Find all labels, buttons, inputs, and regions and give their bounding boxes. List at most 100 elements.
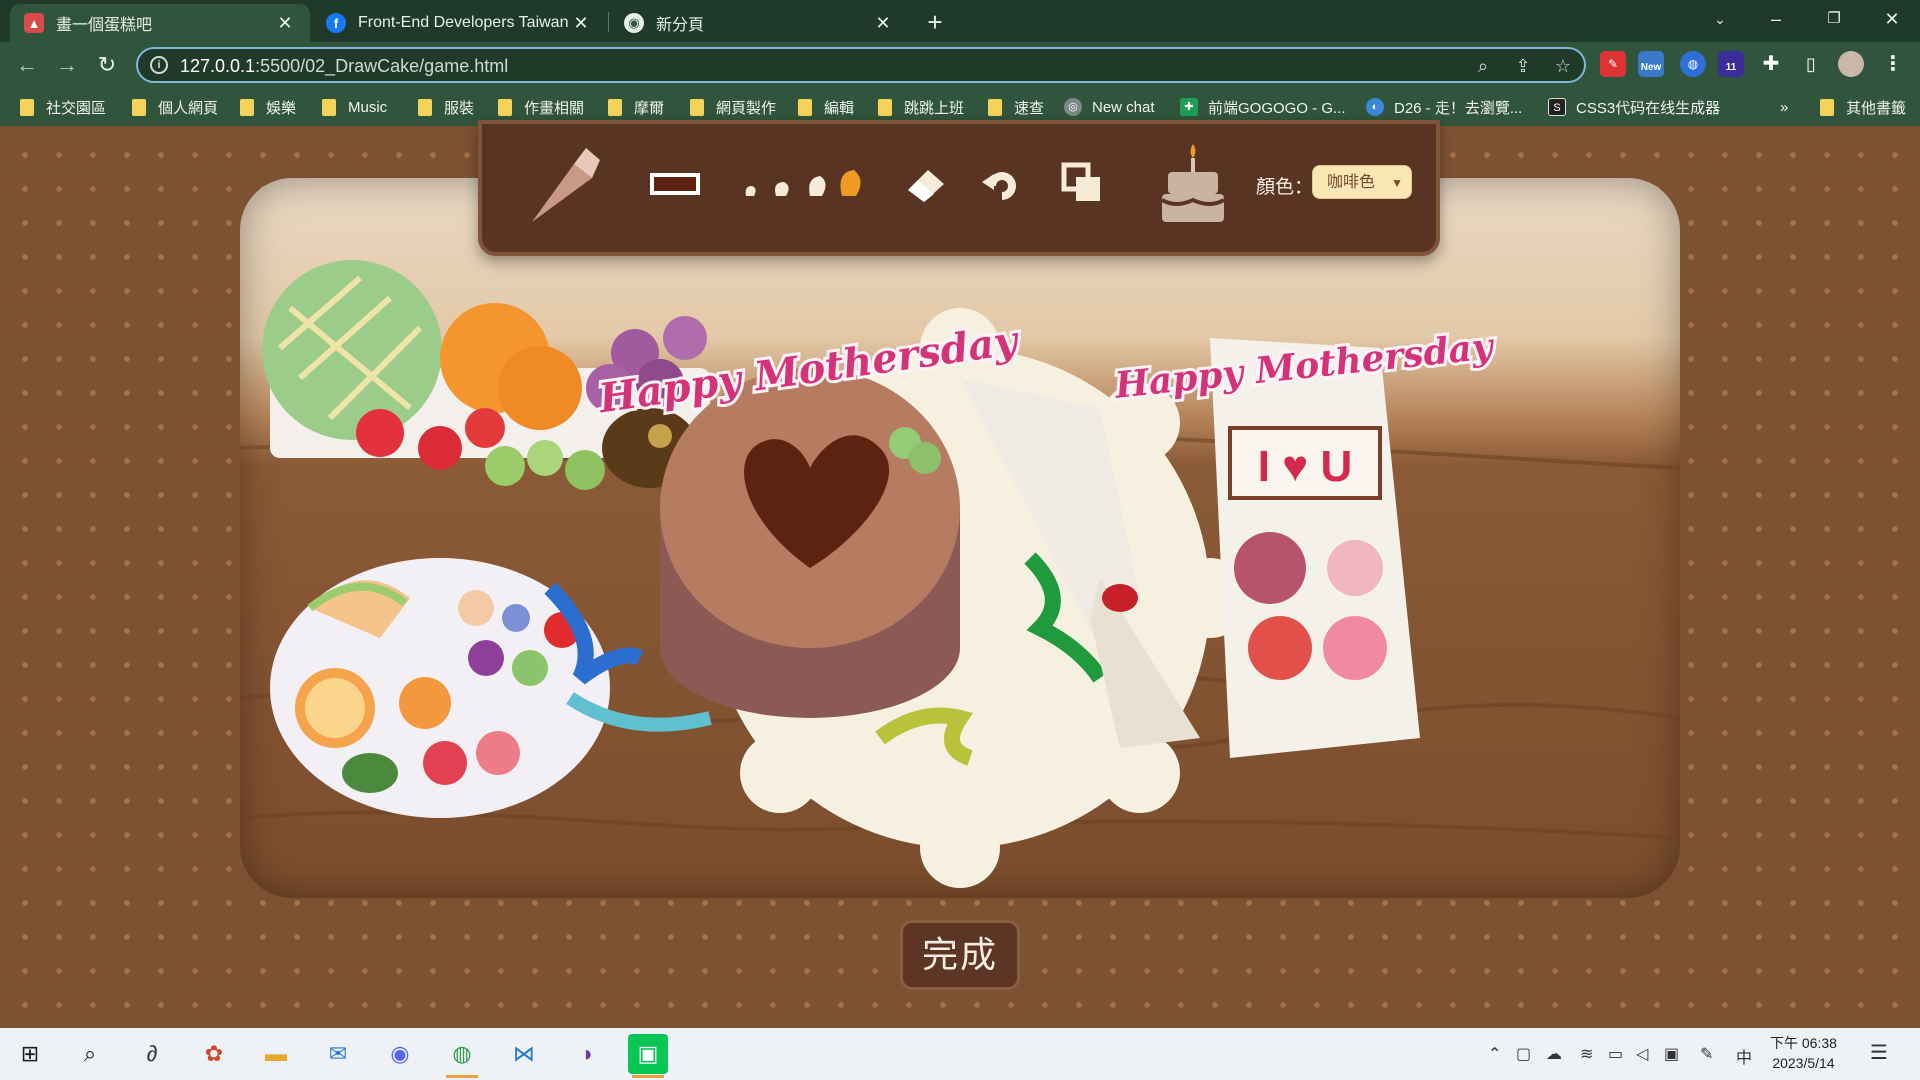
share-icon[interactable]: ⇪ [1512,55,1534,77]
bookmark-folder[interactable]: 社交園區 [20,96,106,118]
extensions-puzzle-icon[interactable]: ✚ [1758,51,1784,77]
close-icon[interactable]: ✕ [570,12,592,34]
tool-panel: 顏色： 咖啡色 ▼ [478,120,1440,256]
profile-avatar[interactable] [1838,51,1864,77]
bookmark-css3-generator[interactable]: S CSS3代码在线生成器 [1548,96,1720,118]
back-button[interactable]: ← [12,50,42,80]
bookmark-folder[interactable]: 摩爾 [608,96,664,118]
monitor-icon[interactable]: ▣ [1664,1044,1679,1064]
bookmark-folder[interactable]: 作畫相關 [498,96,584,118]
eraser-tool[interactable] [898,142,952,226]
cake-icon [1161,144,1225,222]
bookmark-other-folder[interactable]: 其他書籤 [1820,96,1906,118]
vscode-icon[interactable]: ⋈ [504,1034,544,1074]
brush-size-tool[interactable] [736,142,866,226]
bookmark-folder[interactable]: 速查 [988,96,1044,118]
layers-icon [1061,162,1100,201]
zoom-icon[interactable]: ⌕ [1472,55,1494,77]
battery-icon[interactable]: ▭ [1608,1044,1623,1064]
gift-box-sign: I ♥ U [1258,442,1353,491]
game-page: I ♥ U Happy Mothersday Happy Mothersday [0,120,1920,1028]
onedrive-icon[interactable]: ☁ [1546,1044,1562,1064]
folder-icon [132,98,146,116]
folder-icon [1820,98,1834,116]
ime-indicator[interactable]: 中 [1736,1044,1752,1068]
side-panel-icon[interactable]: ▯ [1798,51,1824,77]
bookmark-folder[interactable]: 跳跳上班 [878,96,964,118]
layer-swap-tool[interactable] [1056,142,1110,226]
wifi-icon[interactable]: ≋ [1580,1044,1593,1064]
color-select[interactable]: 咖啡色 ▼ [1312,165,1412,199]
cake-base-tool[interactable] [1158,136,1228,230]
new-tab-button[interactable]: + [920,8,950,38]
forward-button[interactable]: → [52,50,82,80]
pen-icon[interactable]: ✎ [1700,1044,1713,1064]
mail-icon[interactable]: ✉ [318,1034,358,1074]
browser-toolbar: ← → ↻ i 127.0.0.1:5500/02_DrawCake/game.… [0,42,1920,88]
site-info-icon[interactable]: i [150,56,168,74]
start-menu-icon[interactable]: ⊞ [10,1034,50,1074]
bookmark-folder[interactable]: Music [322,96,387,118]
bookmark-d26[interactable]: ◐ D26 - 走！去瀏覽... [1366,96,1522,118]
bookmark-folder[interactable]: 編輯 [798,96,854,118]
drawing-canvas[interactable]: I ♥ U Happy Mothersday Happy Mothersday [240,178,1680,898]
bookmark-frontend-gogogo[interactable]: ✚ 前端GOGOGO - G... [1180,96,1346,118]
folder-icon [20,98,34,116]
clock-date: 2023/5/14 [1772,1055,1835,1071]
bookmarks-overflow-button[interactable]: » [1780,96,1788,118]
cake-icon: ▲ [24,13,44,33]
sheets-icon: ✚ [1180,98,1198,116]
pdf-extension-icon[interactable]: ✎ [1600,51,1626,77]
copilot-icon[interactable]: ∂ [132,1034,172,1074]
bookmark-folder[interactable]: 網頁製作 [690,96,776,118]
piping-bag-tool[interactable] [528,142,602,226]
bookmark-folder[interactable]: 娛樂 [240,96,296,118]
bookmark-new-chat[interactable]: ◎ New chat [1064,96,1155,118]
tray-app-icon[interactable]: ▢ [1516,1044,1531,1064]
tab-front-end-developers[interactable]: f Front-End Developers Taiwan | ✕ [312,4,606,42]
search-icon[interactable]: ⌕ [70,1034,110,1074]
address-bar[interactable]: i 127.0.0.1:5500/02_DrawCake/game.html ⌕… [136,47,1586,83]
close-icon[interactable]: ✕ [872,12,894,34]
github-desktop-icon[interactable]: ◑ [566,1034,606,1074]
tab-new-tab[interactable]: ◉ 新分頁 ✕ [610,4,908,42]
line-icon[interactable]: ▣ [628,1034,668,1078]
color-select-value: 咖啡色 [1327,174,1376,191]
new-extension-icon[interactable]: New [1638,51,1664,77]
color-label: 顏色： [1256,177,1314,198]
chrome-icon: ◉ [624,13,644,33]
bookmark-folder[interactable]: 個人網頁 [132,96,218,118]
brush-size-icon [745,170,861,196]
tray-overflow-icon[interactable]: ⌃ [1488,1044,1501,1064]
paint-app-icon[interactable]: ✿ [194,1034,234,1074]
reload-button[interactable]: ↻ [92,50,122,80]
folder-icon [498,98,512,116]
close-window-button[interactable]: ✕ [1864,0,1920,40]
bookmark-star-icon[interactable]: ☆ [1552,55,1574,77]
line-width-swatch-icon [650,173,700,195]
file-explorer-icon[interactable]: ▬ [256,1034,296,1074]
cake-scene: I ♥ U Happy Mothersday Happy Mothersday [240,260,1680,888]
minimize-button[interactable]: – [1748,0,1804,40]
close-icon[interactable]: ✕ [274,12,296,34]
menu-kebab-icon[interactable]: ⋮ [1880,51,1906,77]
tab-draw-cake[interactable]: ▲ 畫一個蛋糕吧 ✕ [10,4,310,42]
stroke-width-tool[interactable] [648,142,702,226]
system-clock[interactable]: 下午 06:38 2023/5/14 [1770,1033,1837,1073]
globe-extension-icon[interactable]: ◍ [1680,51,1706,77]
url-text[interactable]: 127.0.0.1:5500/02_DrawCake/game.html [180,56,508,77]
tab-strip: ▲ 畫一個蛋糕吧 ✕ f Front-End Developers Taiwan… [0,0,1920,42]
done-button[interactable]: 完成 [900,920,1020,990]
bookmark-folder[interactable]: 服裝 [418,96,474,118]
chrome-taskbar-icon[interactable]: ◍ [442,1034,482,1078]
facebook-icon: f [326,13,346,33]
discord-icon[interactable]: ◉ [380,1034,420,1074]
restore-button[interactable]: ❐ [1806,0,1862,40]
notification-icon[interactable]: ☰ [1870,1040,1888,1065]
tab-search-icon[interactable]: ⌄ [1692,0,1748,40]
undo-tool[interactable] [976,142,1030,226]
folder-icon [418,98,432,116]
tab-title: 畫一個蛋糕吧 [56,17,153,34]
badge-extension-icon[interactable]: 11 [1718,51,1744,77]
volume-icon[interactable]: ◁ [1636,1044,1648,1064]
